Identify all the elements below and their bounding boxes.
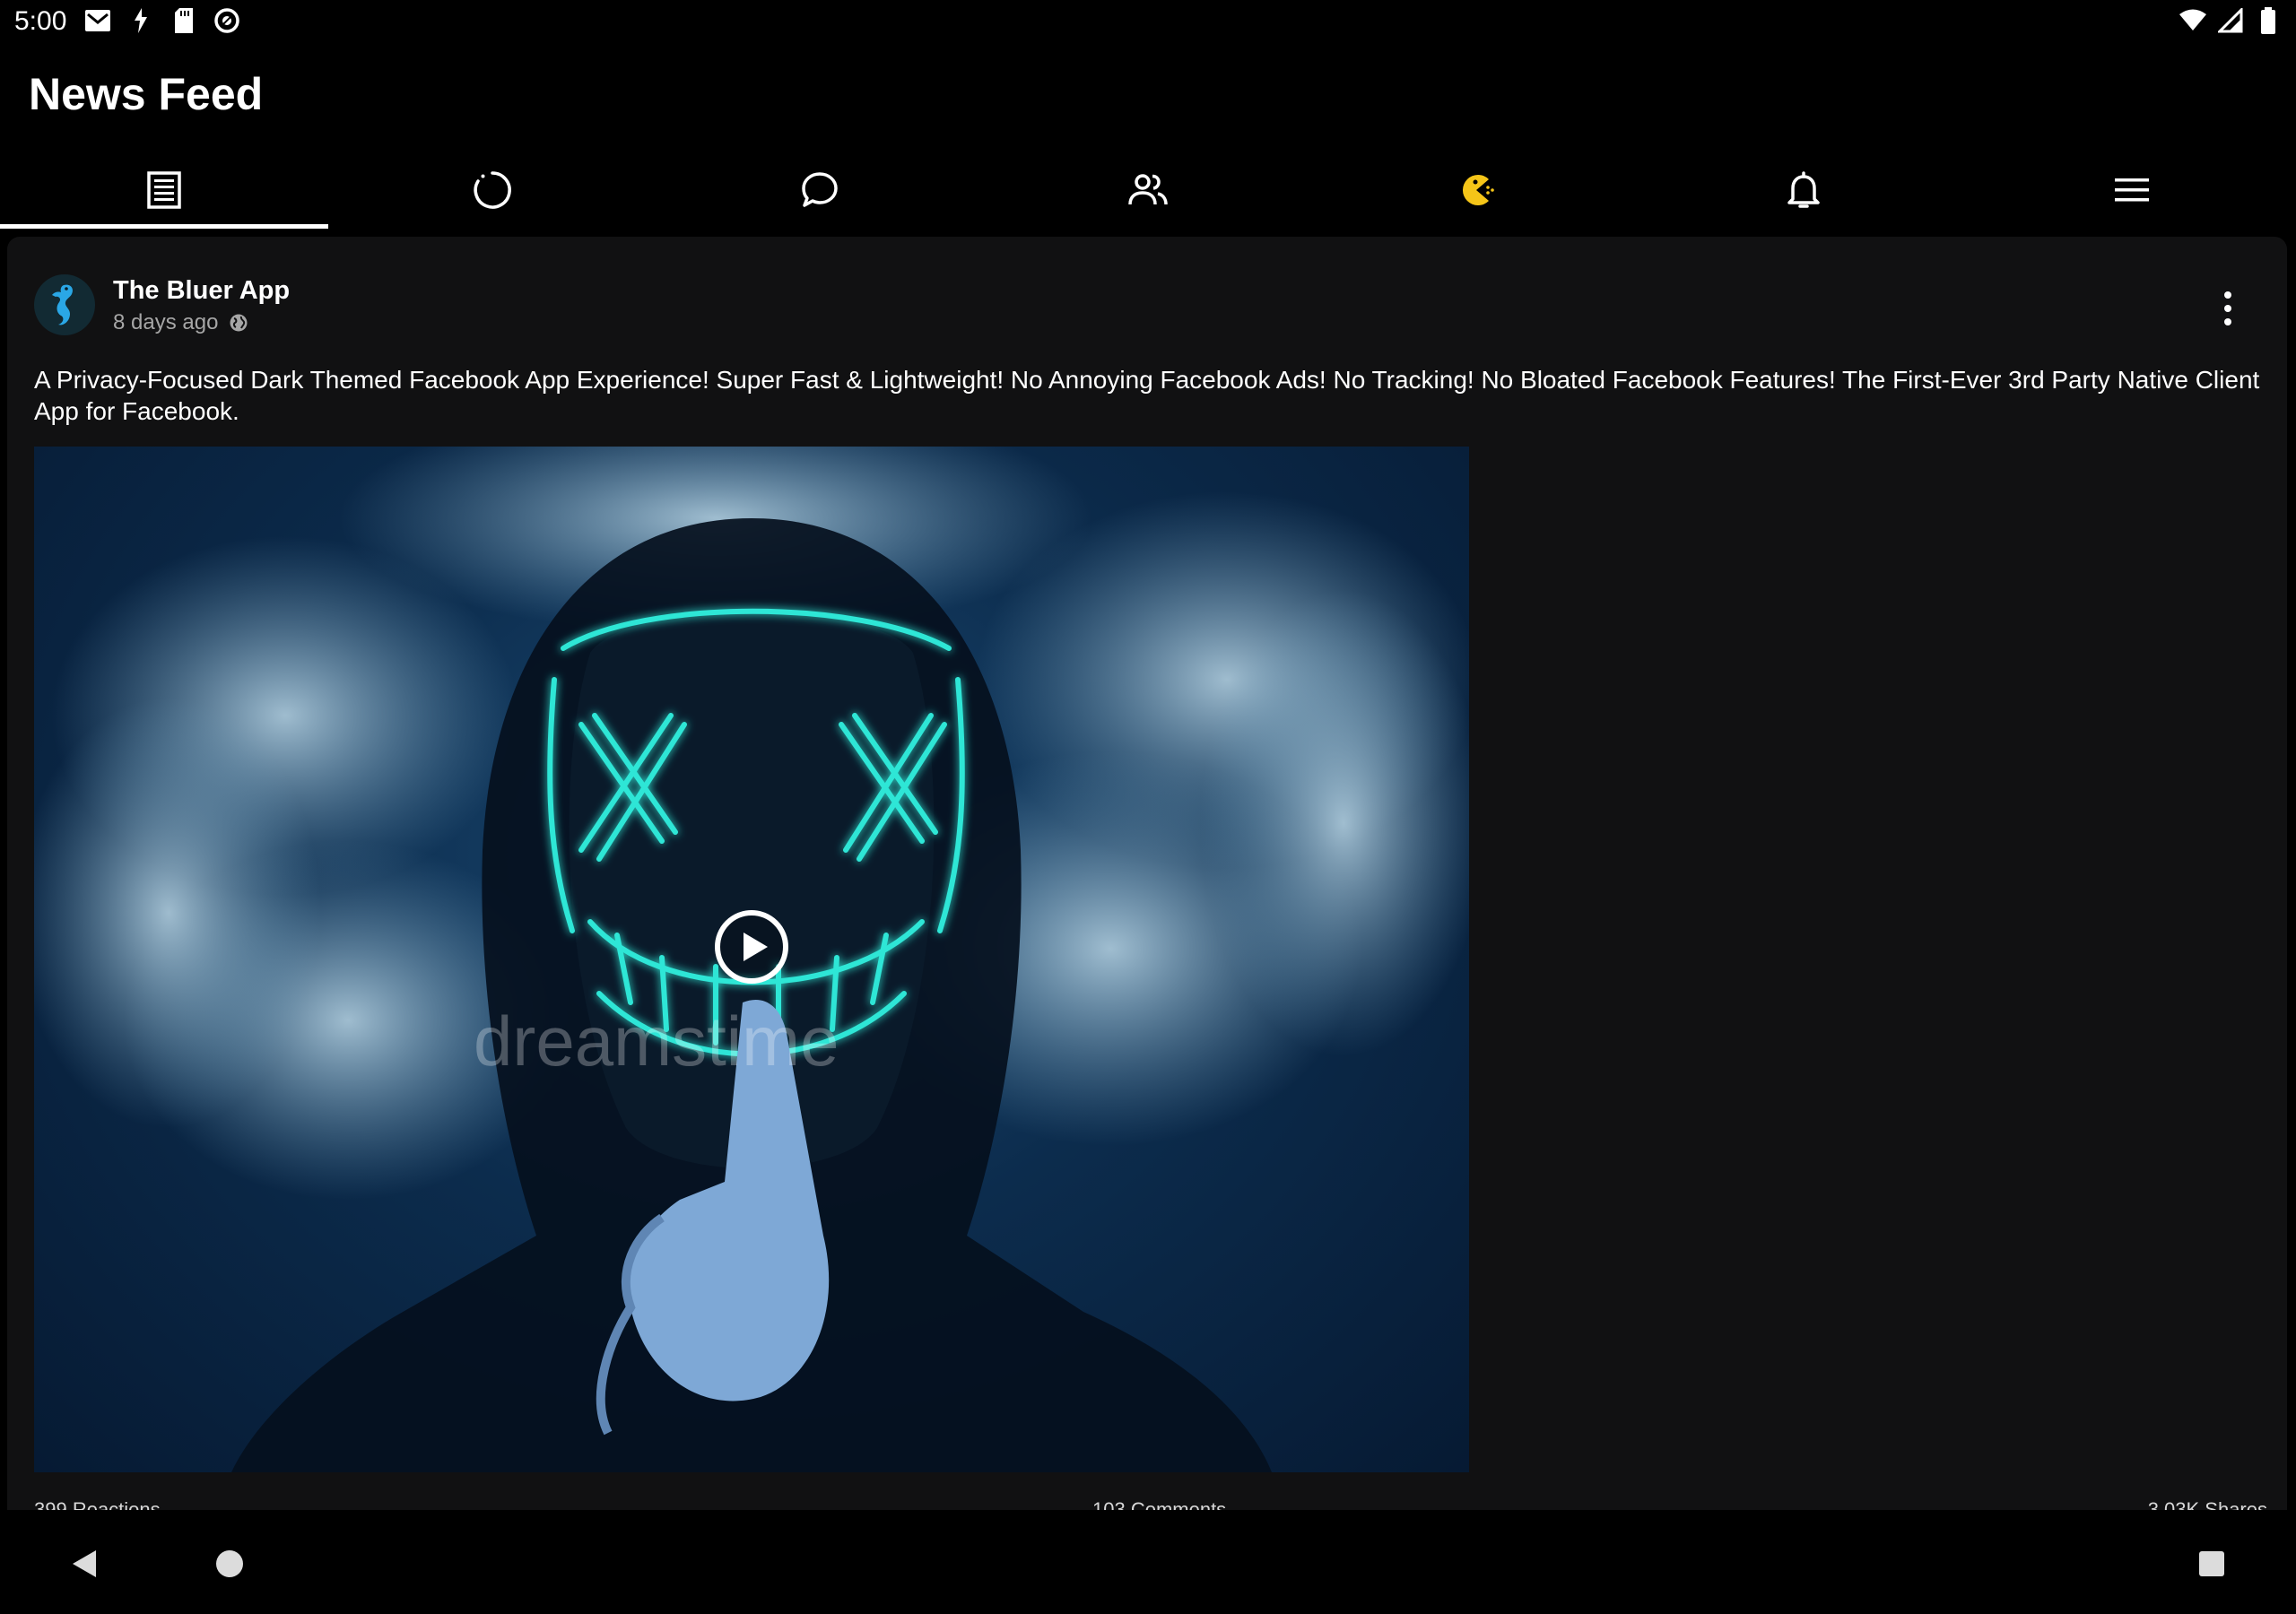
system-nav-bar: [0, 1514, 2296, 1614]
home-icon[interactable]: [213, 1548, 246, 1580]
tab-friends[interactable]: [984, 151, 1312, 230]
post-time: 8 days ago: [113, 310, 219, 334]
more-vert-dot: [2224, 291, 2231, 299]
more-vert-dot: [2224, 318, 2231, 325]
post-author[interactable]: The Bluer App: [113, 274, 290, 307]
bell-icon: [1787, 171, 1821, 208]
status-notification-icons: [83, 5, 242, 36]
tab-messages[interactable]: [656, 151, 984, 230]
cellular-signal-icon: [2215, 5, 2246, 36]
hamburger-menu-icon: [2114, 178, 2149, 202]
avatar[interactable]: [34, 274, 95, 335]
battery-icon: [2253, 5, 2283, 36]
status-system-icons: [2178, 5, 2283, 36]
tab-stories[interactable]: [328, 151, 657, 230]
status-time: 5:00: [14, 6, 67, 36]
seahorse-logo-icon: [52, 284, 73, 325]
play-video-button[interactable]: [714, 909, 789, 985]
app-screen: 5:00 News Feed The Bluer App 8 days ago …: [0, 0, 2296, 1614]
tab-menu[interactable]: [1968, 151, 2296, 230]
reactions-count[interactable]: 399 Reactions: [34, 1494, 161, 1510]
newspaper-icon: [147, 171, 181, 209]
status-bar: 5:00: [0, 0, 2296, 43]
loading-circle-icon: [473, 171, 511, 209]
chat-bubble-icon: [802, 172, 838, 207]
tab-notifications[interactable]: [1639, 151, 1968, 230]
tab-games[interactable]: [1312, 151, 1640, 230]
pacman-icon: [1462, 175, 1494, 205]
usb-debug-icon: [126, 5, 156, 36]
tab-news-feed[interactable]: [0, 151, 328, 230]
globe-icon: [230, 314, 248, 332]
post-options-button[interactable]: [2210, 283, 2246, 334]
post-meta: 8 days ago: [113, 308, 248, 337]
gmail-icon: [83, 5, 113, 36]
post-card: The Bluer App 8 days ago A Privacy-Focus…: [7, 237, 2287, 1510]
recents-icon[interactable]: [2196, 1548, 2228, 1580]
at-sign-icon: [212, 5, 242, 36]
tab-bar: [0, 151, 2296, 230]
post-video-thumbnail[interactable]: dreamstime: [34, 447, 1469, 1472]
post-stats: 399 Reactions 103 Comments 3.03K Shares: [34, 1494, 2267, 1510]
wifi-icon: [2178, 5, 2208, 36]
back-icon[interactable]: [68, 1546, 104, 1582]
more-vert-dot: [2224, 305, 2231, 312]
sd-card-icon: [169, 5, 199, 36]
people-icon: [1128, 174, 1168, 205]
shares-count[interactable]: 3.03K Shares: [2148, 1494, 2267, 1510]
page-title: News Feed: [29, 69, 264, 119]
post-text: A Privacy-Focused Dark Themed Facebook A…: [34, 366, 2260, 425]
svg-text:dreamstime: dreamstime: [474, 1002, 839, 1080]
selected-tab-indicator: [0, 224, 328, 229]
comments-count[interactable]: 103 Comments: [1092, 1494, 1226, 1510]
